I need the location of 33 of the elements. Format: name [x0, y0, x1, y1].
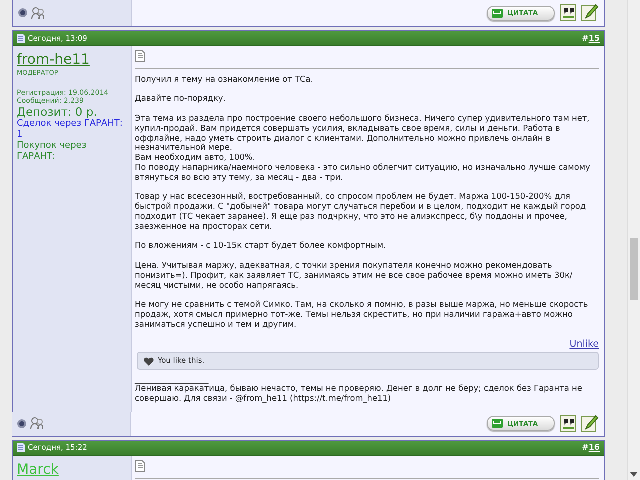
multi-quote-icon[interactable]: [560, 4, 578, 22]
multi-quote-icon[interactable]: [560, 414, 578, 433]
message-paragraph: По вложениям - с 10-15к старт будет более комфортным.: [135, 241, 388, 252]
username-link[interactable]: from-he11: [17, 52, 90, 68]
heart-icon: [144, 356, 154, 366]
user-group-icon[interactable]: [31, 6, 45, 20]
message-paragraph: Не могу не сравнить с темой Симко. Там, на сколько я помню, в разы выше маржа, но меньше скорость продаж, хотя смысл примерно тот-же. Темы нельзя скрестить, но при наличии гаража+авто можно заниматься успешно и тем и другим.: [135, 300, 590, 330]
signature-rule: __________________: [135, 375, 210, 384]
post-number-link[interactable]: 15: [588, 34, 600, 42]
quote-icon: [492, 419, 503, 428]
message-paragraph: Эта тема из раздела про построение своего небольшого бизнеса. Ничего супер удивительного там нет, купил-продай. Вам придется совершать усилия, вкладывать свое время, силы и деньги. Работа в оффлайне, надо уметь строить диалог с клиентами. Дополнительно можно привлечь онлайн в незначительной мере. Вам необходим авто, 100%. По поводу напарника/наемного человека - это сильно облегчит ситуацию, но изначально лучше самому втянуться во всю эту тему, за месяц - два - три.: [135, 114, 592, 183]
message-paragraph: Давайте по-порядку.: [135, 94, 227, 104]
post-icon: [17, 443, 25, 452]
message-icon: [135, 460, 146, 472]
message-paragraph: Цена. Учитывая маржу, адекватная, с точки зрения покупателя конечно можно рекомендовать понизить=). Профит, как заявляет ТС, занимаясь этим не все свое рабочее время можно иметь 30к/ месяц чистыми, не особо напрягаясь.: [135, 260, 574, 290]
message-icon: [135, 50, 146, 62]
message-paragraph: Получил я тему на ознакомление от ТСа.: [135, 74, 314, 85]
signature-text: Ленивая каракатица, бываю нечасто, темы не проверяю. Денег в долг не беру; сделок без Гаранта не совершаю. Для связи - @from_he11 (https://t.me/from_he11): [135, 384, 584, 404]
edit-icon[interactable]: [581, 4, 599, 22]
unlike-link[interactable]: Unlike: [570, 338, 599, 350]
user-group-icon[interactable]: [30, 417, 44, 430]
quote-icon: [492, 8, 503, 18]
post-number-sign: #: [582, 443, 589, 452]
deals-text: Сделок через ГАРАНТ: 1: [17, 119, 124, 141]
purchases-text: Покупок через ГАРАНТ:: [17, 141, 88, 163]
edit-icon[interactable]: [581, 414, 599, 433]
message-paragraph: Товар у нас всесезонный, востребованный, со спросом проблем не будет. Маржа 100-150-200% для быстрой продажи. С "добычей" товара могут случаться перебои и в целом, подходит не каждый город подходит (ТС чекает заранее). Я еще раз подчркну, что это не алиэкспресс, б\у поддоны и прочее, заезженное на просторах сети.: [135, 192, 588, 232]
post-icon: [17, 34, 25, 42]
post-number-link[interactable]: 16: [588, 443, 600, 452]
scrollbar-thumb[interactable]: [630, 238, 638, 300]
scroll-down-icon[interactable]: [630, 472, 638, 478]
deposit-text: Депозит: 0 р.: [17, 106, 98, 119]
post-number-sign: #: [582, 34, 589, 42]
